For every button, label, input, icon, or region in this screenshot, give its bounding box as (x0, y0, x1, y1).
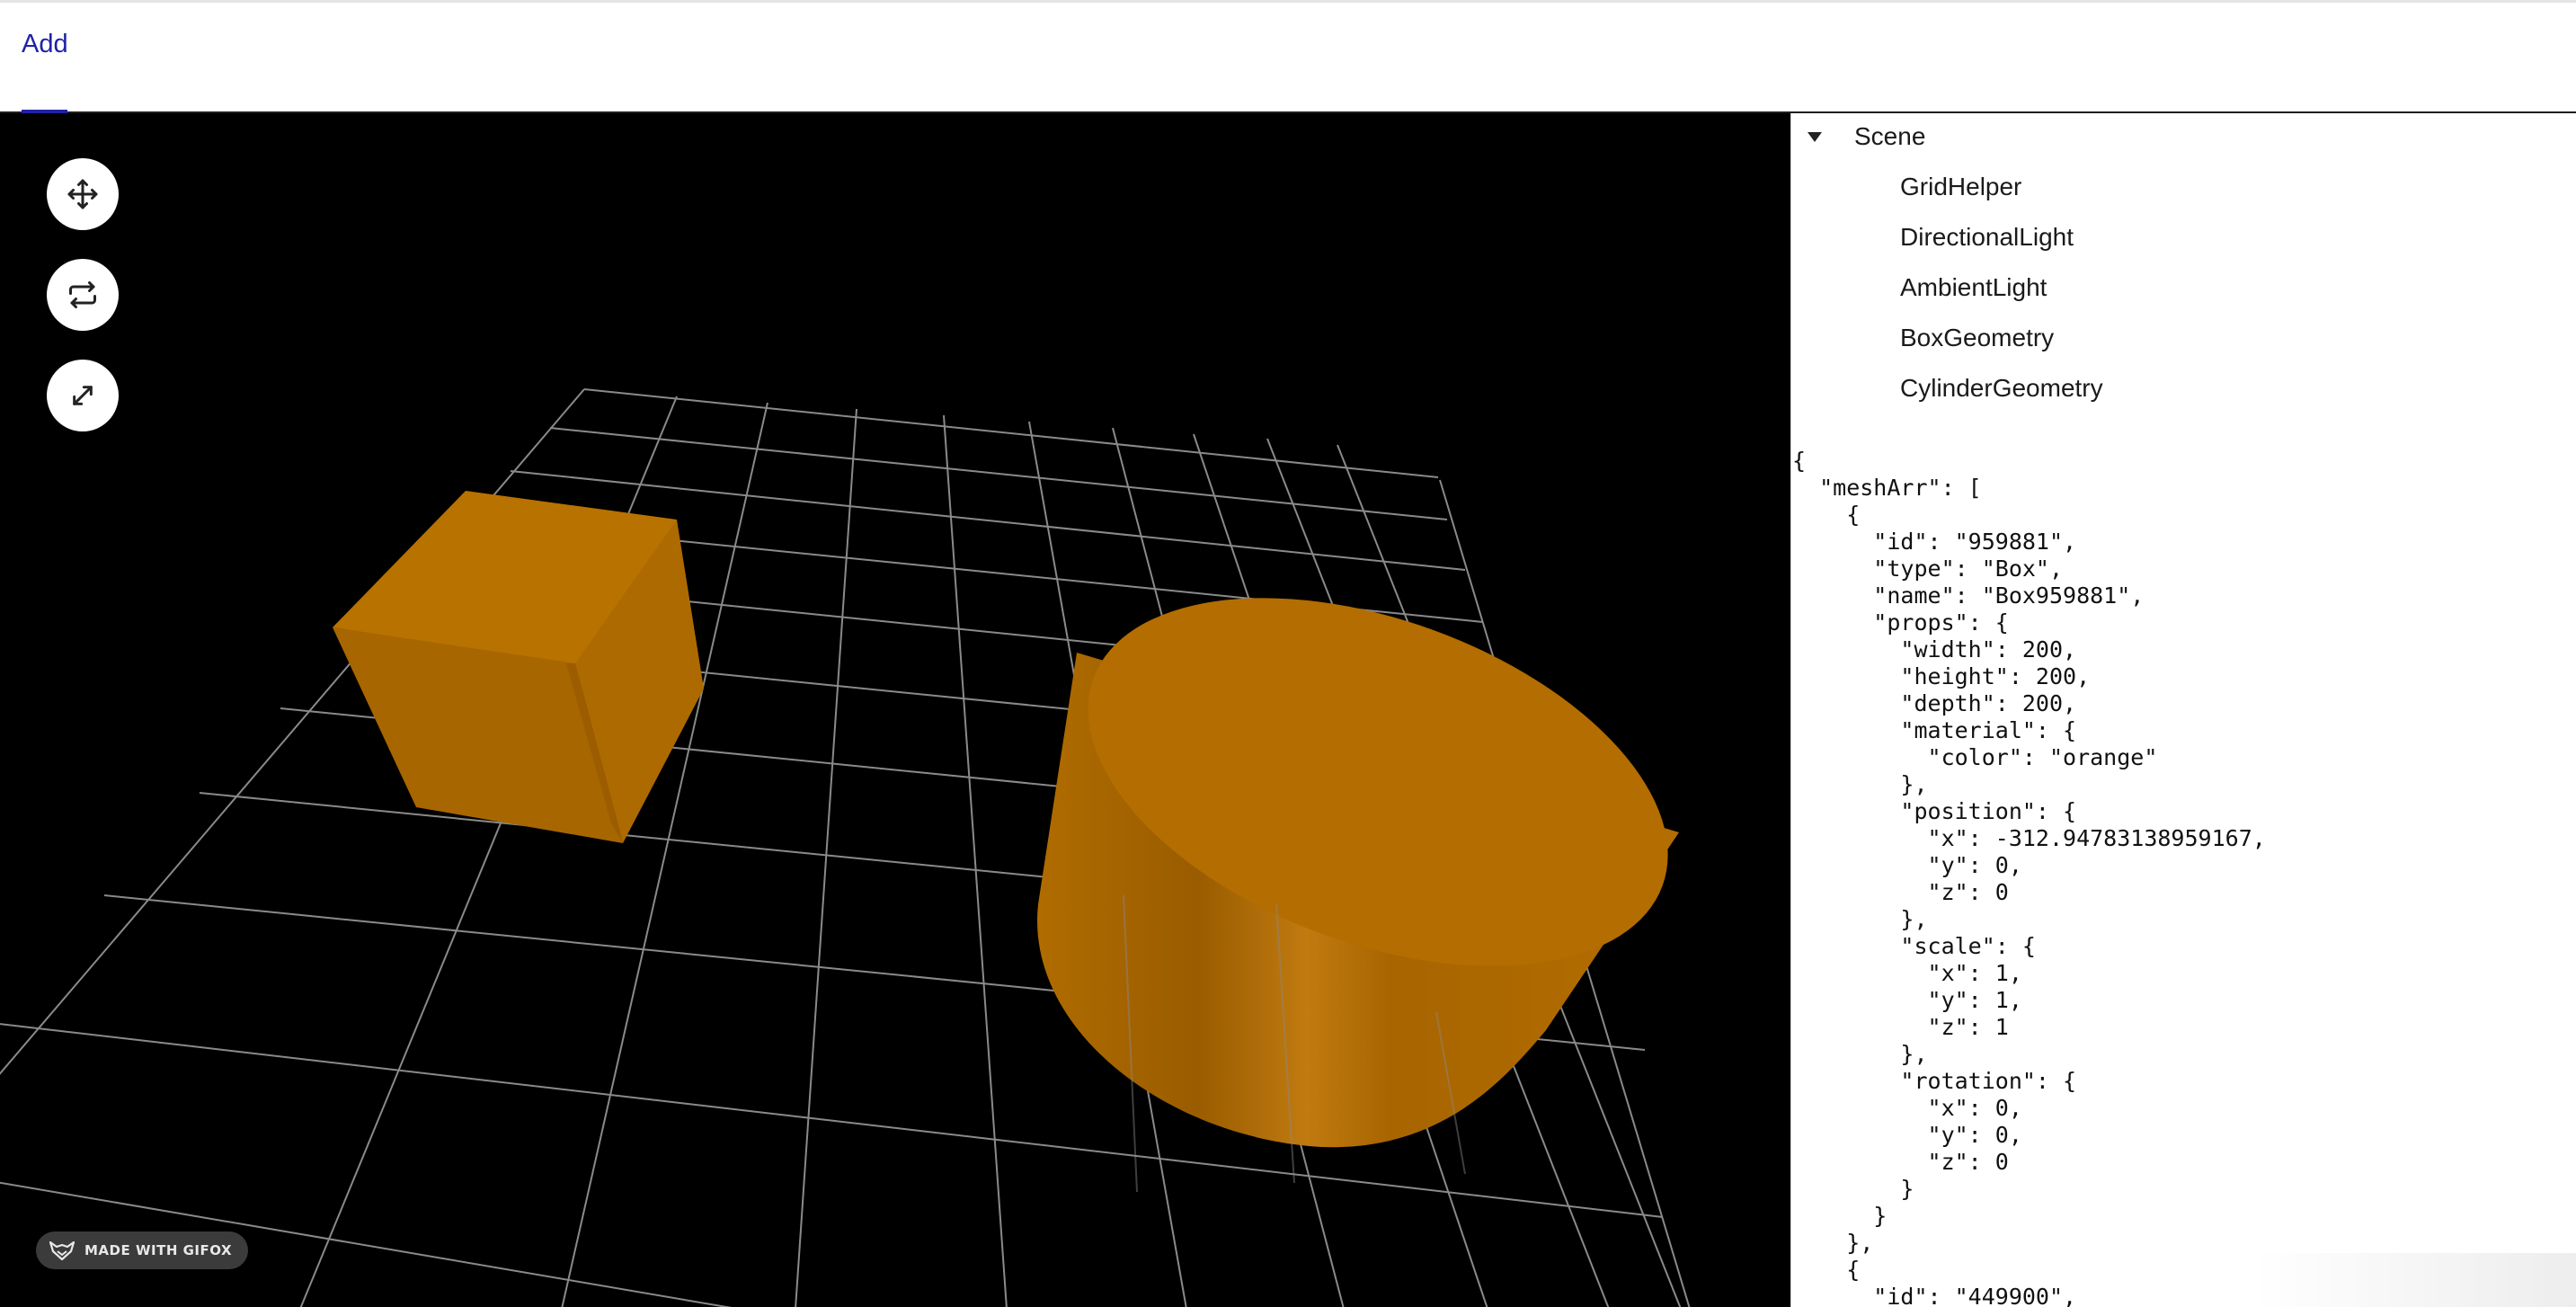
tree-item-gridhelper[interactable]: GridHelper (1900, 173, 2021, 201)
json-line: "z": 0 (1792, 879, 2009, 905)
scene-tree-root[interactable]: Scene (1806, 122, 1925, 151)
json-line: }, (1792, 906, 1928, 932)
json-line: "color": "orange" (1792, 744, 2158, 770)
json-line: { (1792, 502, 1861, 528)
tree-item-cylindergeometry[interactable]: CylinderGeometry (1900, 374, 2103, 403)
inspector-panel: Scene GridHelper DirectionalLight Ambien… (1790, 113, 2576, 1307)
json-line: "y": 1, (1792, 987, 2022, 1013)
json-line: "y": 0, (1792, 852, 2022, 878)
rotate-arrows-icon (69, 281, 96, 308)
json-line: "material": { (1792, 717, 2077, 743)
json-line: "x": -312.94783138959167, (1792, 825, 2266, 851)
json-line: }, (1792, 1230, 1874, 1256)
tree-item-directionallight[interactable]: DirectionalLight (1900, 223, 2074, 252)
json-line: "id": "959881", (1792, 529, 2077, 555)
json-line: "depth": 200, (1792, 690, 2077, 716)
json-line: "scale": { (1792, 933, 2036, 959)
cylinder-mesh (1037, 598, 1679, 1148)
json-line: "height": 200, (1792, 663, 2091, 689)
json-line: } (1792, 1176, 1914, 1202)
json-line: "type": "Box", (1792, 556, 2064, 582)
scene-canvas[interactable] (0, 113, 1790, 1307)
json-line: } (1792, 1203, 1888, 1229)
scene-json-view: { "meshArr": [ { "id": "959881", "type":… (1792, 448, 2266, 1307)
scene-label: Scene (1854, 122, 1926, 150)
fox-logo-icon (49, 1240, 76, 1260)
json-line: "rotation": { (1792, 1068, 2077, 1094)
json-line: "meshArr": [ (1792, 475, 1982, 501)
json-line: "x": 0, (1792, 1095, 2022, 1121)
tree-item-boxgeometry[interactable]: BoxGeometry (1900, 324, 2054, 352)
3d-viewport[interactable]: MADE WITH GIFOX (0, 113, 1790, 1307)
json-line: "z": 0 (1792, 1149, 2009, 1175)
expand-arrows-icon (73, 386, 93, 405)
json-line: "y": 0, (1792, 1122, 2022, 1148)
translate-tool-button[interactable] (47, 158, 119, 230)
scale-tool-button[interactable] (47, 360, 119, 431)
json-line: { (1792, 1257, 1861, 1283)
panel-shadow (2252, 1253, 2576, 1307)
json-line: }, (1792, 771, 1928, 797)
watermark-label: MADE WITH GIFOX (84, 1242, 233, 1258)
json-line: }, (1792, 1041, 1928, 1067)
json-line: "props": { (1792, 609, 2009, 636)
rotate-tool-button[interactable] (47, 259, 119, 331)
json-line: { (1792, 448, 1807, 474)
tree-item-ambientlight[interactable]: AmbientLight (1900, 273, 2047, 302)
gifox-watermark: MADE WITH GIFOX (36, 1231, 249, 1269)
json-line: "position": { (1792, 798, 2077, 824)
json-line: "name": "Box959881", (1792, 582, 2145, 609)
move-arrows-icon (67, 179, 98, 209)
json-line: "width": 200, (1792, 636, 2077, 662)
json-line: "x": 1, (1792, 960, 2022, 986)
json-line: "id": "449900", (1792, 1284, 2077, 1307)
top-menubar: Add (0, 0, 2576, 114)
json-line: "z": 1 (1792, 1014, 2009, 1040)
add-menu[interactable]: Add (22, 30, 68, 59)
box-mesh (333, 491, 704, 843)
caret-down-icon[interactable] (1808, 131, 1822, 142)
